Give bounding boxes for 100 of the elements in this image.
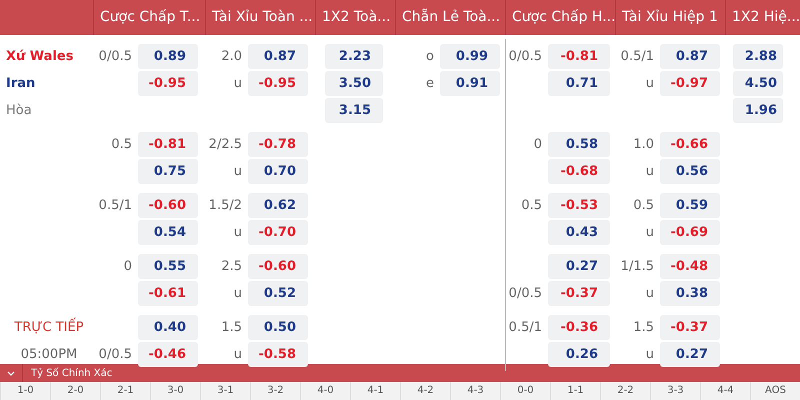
odds-cell[interactable]: 3.50 <box>325 70 383 96</box>
line-label: 0 <box>532 136 543 152</box>
live-label: TRỰC TIẾP <box>13 320 85 334</box>
score-header: 4-0 <box>300 382 350 400</box>
line-label: 0/0.5 <box>508 286 543 300</box>
column-header: Tài Xỉu Toàn ... <box>205 0 315 35</box>
line-label: u <box>232 346 243 362</box>
line-label: 0 <box>122 258 133 274</box>
odds-cell[interactable]: 0.38 <box>660 280 720 306</box>
odds-cell[interactable]: 0.70 <box>248 158 308 184</box>
odds-cell[interactable]: -0.97 <box>660 70 720 96</box>
odds-cell[interactable]: 0.54 <box>138 220 198 244</box>
odds-cell[interactable]: 0.99 <box>440 44 500 68</box>
score-header: 2-0 <box>50 382 100 400</box>
team-name: Iran <box>5 76 36 90</box>
line-label: 2.5 <box>220 258 243 274</box>
score-header: 3-2 <box>250 382 300 400</box>
line-label: 0/0.5 <box>98 346 133 362</box>
score-header: AOS <box>750 382 800 400</box>
line-label: u <box>644 346 655 362</box>
odds-cell[interactable]: -0.37 <box>548 280 610 306</box>
column-header: 1X2 Toà... <box>315 0 395 35</box>
odds-cell[interactable]: 2.23 <box>325 44 383 68</box>
line-label: 0.5 <box>110 136 133 152</box>
odds-cell[interactable]: 0.91 <box>440 70 500 96</box>
line-label: u <box>232 286 243 300</box>
odds-cell[interactable]: -0.66 <box>660 132 720 156</box>
odds-cell[interactable]: -0.46 <box>138 342 198 366</box>
odds-cell[interactable]: 0.56 <box>660 158 720 184</box>
line-label: 1.5 <box>632 320 655 334</box>
line-label: u <box>232 76 243 90</box>
odds-cell[interactable]: -0.68 <box>548 158 610 184</box>
score-header: 0-0 <box>500 382 550 400</box>
odds-cell[interactable]: -0.60 <box>248 254 308 278</box>
odds-cell[interactable]: -0.58 <box>248 342 308 366</box>
odds-cell[interactable]: 0.75 <box>138 158 198 184</box>
odds-cell[interactable]: 0.52 <box>248 280 308 306</box>
line-label: 0.5 <box>632 198 655 212</box>
odds-cell[interactable]: -0.81 <box>548 44 610 68</box>
line-label: u <box>232 164 243 178</box>
odds-cell[interactable]: -0.95 <box>138 70 198 96</box>
line-label: 0/0.5 <box>508 48 543 64</box>
odds-cell[interactable]: -0.95 <box>248 70 308 96</box>
line-label: 0.5/1 <box>98 198 133 212</box>
line-label: 0.5 <box>520 198 543 212</box>
odds-cell[interactable]: 4.50 <box>733 70 783 96</box>
odds-cell[interactable]: -0.36 <box>548 314 610 340</box>
line-label: u <box>644 286 655 300</box>
odds-cell[interactable]: -0.37 <box>660 314 720 340</box>
odds-cell[interactable]: -0.78 <box>248 132 308 156</box>
line-label: 2/2.5 <box>208 136 243 152</box>
odds-cell[interactable]: 0.27 <box>660 342 720 366</box>
odds-cell[interactable]: 0.71 <box>548 70 610 96</box>
line-label: 0.5/1 <box>620 48 655 64</box>
line-label: e <box>425 76 435 90</box>
odds-cell[interactable]: 0.87 <box>660 44 720 68</box>
odds-cell[interactable]: 0.87 <box>248 44 308 68</box>
odds-cell[interactable]: -0.70 <box>248 220 308 244</box>
odds-cell[interactable]: -0.48 <box>660 254 720 278</box>
line-label: u <box>232 224 243 240</box>
team-name: Xứ Wales <box>5 48 74 64</box>
line-label: 2.0 <box>220 48 243 64</box>
score-header: 2-2 <box>600 382 650 400</box>
odds-cell[interactable]: 3.15 <box>325 98 383 122</box>
team-name: Hòa <box>5 102 33 118</box>
line-label: u <box>644 224 655 240</box>
odds-cell[interactable]: 0.55 <box>138 254 198 278</box>
column-header: Chẵn Lẻ Toà... <box>395 0 505 35</box>
odds-cell[interactable]: 0.40 <box>138 314 198 340</box>
odds-cell[interactable]: -0.53 <box>548 192 610 218</box>
odds-cell[interactable]: 2.88 <box>733 44 783 68</box>
odds-cell[interactable]: 1.96 <box>733 98 783 122</box>
odds-cell[interactable]: -0.81 <box>138 132 198 156</box>
line-label: 1/1.5 <box>620 258 655 274</box>
column-header: Cược Chấp T... <box>93 0 205 35</box>
line-label: 0/0.5 <box>98 48 133 64</box>
odds-cell[interactable]: -0.69 <box>660 220 720 244</box>
column-header: 1X2 Hiệ... <box>725 0 800 35</box>
odds-cell[interactable]: 0.26 <box>548 342 610 366</box>
odds-cell[interactable]: 0.62 <box>248 192 308 218</box>
line-label: u <box>644 76 655 90</box>
odds-cell[interactable]: 0.89 <box>138 44 198 68</box>
score-header: 4-3 <box>450 382 500 400</box>
odds-cell[interactable]: 0.50 <box>248 314 308 340</box>
odds-cell[interactable]: 0.58 <box>548 132 610 156</box>
odds-cell[interactable]: 0.27 <box>548 254 610 278</box>
line-label: 1.5 <box>220 320 243 334</box>
score-header: 4-2 <box>400 382 450 400</box>
odds-cell[interactable]: -0.61 <box>138 280 198 306</box>
score-header: 2-1 <box>100 382 150 400</box>
score-header: 3-0 <box>150 382 200 400</box>
score-header: 1-0 <box>0 382 50 400</box>
odds-cell[interactable]: 0.43 <box>548 220 610 244</box>
line-label: 1.5/2 <box>208 198 243 212</box>
line-label: o <box>425 48 435 64</box>
section-header[interactable]: Tỷ Số Chính Xác <box>0 364 800 382</box>
odds-cell[interactable]: 0.59 <box>660 192 720 218</box>
score-header: 4-1 <box>350 382 400 400</box>
score-header: 4-4 <box>700 382 750 400</box>
odds-cell[interactable]: -0.60 <box>138 192 198 218</box>
